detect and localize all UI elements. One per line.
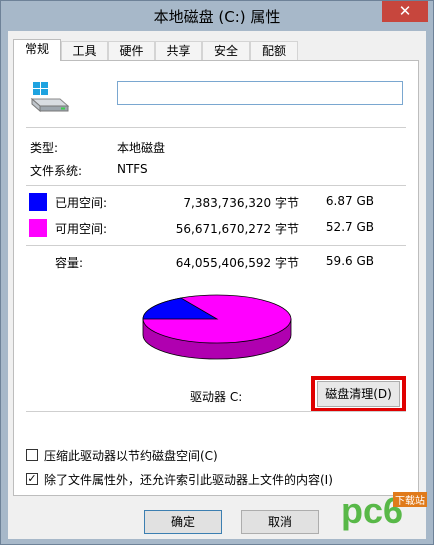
tab-sharing[interactable]: 共享 — [155, 41, 202, 60]
cancel-button[interactable]: 取消 — [241, 510, 319, 534]
filesystem-label: 文件系统: — [30, 164, 83, 178]
free-space-label: 可用空间: — [55, 222, 108, 236]
compress-label[interactable]: 压缩此驱动器以节约磁盘空间(C) — [44, 447, 218, 464]
title-bar[interactable]: 本地磁盘 (C:) 属性 ✕ — [1, 1, 433, 31]
tab-security[interactable]: 安全 — [202, 41, 250, 60]
free-space-bytes: 56,671,670,272 字节 — [175, 222, 299, 236]
capacity-label: 容量: — [55, 256, 84, 270]
used-space-bytes: 7,383,736,320 字节 — [183, 196, 299, 210]
disk-cleanup-button[interactable]: 磁盘清理(D) — [317, 381, 400, 407]
hard-drive-icon — [30, 82, 70, 113]
capacity-size: 59.6 GB — [325, 254, 374, 268]
separator — [26, 127, 406, 128]
general-panel: 类型: 本地磁盘 文件系统: NTFS 已用空间: 7,383,736,320 … — [13, 60, 419, 496]
tab-tools[interactable]: 工具 — [61, 41, 108, 60]
compress-checkbox[interactable] — [26, 449, 38, 461]
drive-label: 驱动器 C: — [190, 390, 243, 404]
free-space-swatch — [29, 219, 47, 237]
separator — [26, 245, 406, 246]
index-checkbox[interactable]: ✓ — [26, 473, 38, 485]
properties-window: 本地磁盘 (C:) 属性 ✕ 常规 工具 硬件 共享 安全 配额 类型: 本地磁… — [0, 0, 434, 545]
tab-hardware[interactable]: 硬件 — [108, 41, 155, 60]
type-label: 类型: — [30, 141, 59, 155]
capacity-bytes: 64,055,406,592 字节 — [175, 256, 299, 270]
type-value: 本地磁盘 — [117, 141, 166, 155]
tab-general[interactable]: 常规 — [13, 39, 61, 61]
used-space-label: 已用空间: — [55, 196, 108, 210]
free-space-size: 52.7 GB — [325, 220, 374, 234]
index-label[interactable]: 除了文件属性外，还允许索引此驱动器上文件的内容(I) — [44, 471, 333, 488]
window-title: 本地磁盘 (C:) 属性 — [153, 8, 281, 26]
pc6-watermark: pc6 下载站 — [339, 490, 429, 540]
separator — [26, 185, 406, 186]
separator — [26, 411, 406, 412]
dialog-client: 常规 工具 硬件 共享 安全 配额 类型: 本地磁盘 文件系统: NTFS 已用… — [8, 31, 426, 539]
disk-usage-pie — [142, 294, 292, 360]
close-button[interactable]: ✕ — [382, 1, 428, 22]
used-space-swatch — [29, 193, 47, 211]
ok-button[interactable]: 确定 — [144, 510, 222, 534]
drive-name-input[interactable] — [117, 81, 403, 105]
used-space-size: 6.87 GB — [325, 194, 374, 208]
tab-quota[interactable]: 配额 — [250, 41, 298, 60]
watermark-subtitle: 下载站 — [393, 492, 427, 507]
filesystem-value: NTFS — [117, 162, 148, 176]
